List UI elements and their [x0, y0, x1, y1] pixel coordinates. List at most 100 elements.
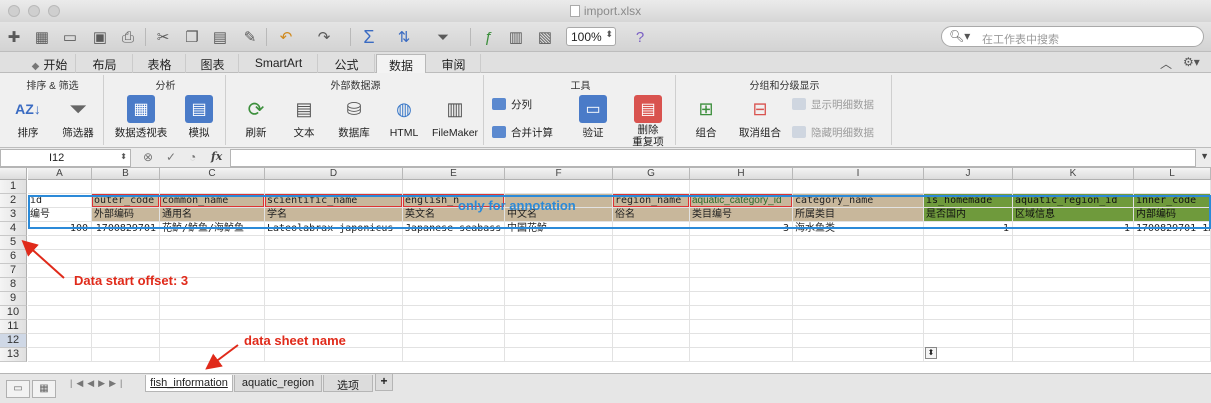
pivot-table-button[interactable]: ▦ 数据透视表 [112, 95, 170, 139]
ungroup-button[interactable]: ⊟ 取消组合 [734, 95, 786, 140]
undo-icon[interactable]: ↶ [276, 27, 296, 47]
cell[interactable] [505, 348, 613, 362]
sheet-tab-options[interactable]: 选项 [323, 375, 373, 392]
open-icon[interactable]: ▭ [60, 27, 80, 47]
column-header-l[interactable]: L [1134, 168, 1211, 180]
cell[interactable] [403, 292, 505, 306]
cell[interactable] [265, 180, 403, 194]
cell[interactable] [1134, 250, 1211, 264]
filter-button[interactable]: ⏷ 筛选器 [54, 95, 102, 139]
paste-icon[interactable]: ▤ [210, 27, 230, 47]
cell[interactable] [160, 250, 265, 264]
column-header-i[interactable]: I [793, 168, 924, 180]
row-header-13[interactable]: 13 [0, 348, 27, 362]
gear-icon[interactable]: ⚙▾ [1183, 55, 1200, 69]
tab-layout[interactable]: 布局 [77, 54, 133, 73]
cell[interactable] [265, 278, 403, 292]
chevron-down-icon[interactable]: ▼ [1200, 151, 1209, 161]
cell[interactable] [265, 306, 403, 320]
save-icon[interactable]: ▣ [90, 27, 110, 47]
cell[interactable] [793, 292, 924, 306]
sort-button[interactable]: AZ↓ 排序 [8, 95, 48, 139]
cell[interactable] [613, 292, 690, 306]
cell[interactable] [690, 306, 793, 320]
cell[interactable] [265, 250, 403, 264]
cell[interactable] [613, 320, 690, 334]
cell[interactable] [924, 278, 1013, 292]
sheet-tab-fish-information[interactable]: fish_information [145, 375, 233, 392]
show-detail-button[interactable]: 显示明细数据 [792, 97, 874, 112]
cell[interactable] [28, 334, 92, 348]
row-header-6[interactable]: 6 [0, 250, 27, 264]
sort-icon[interactable]: ⇅ [394, 27, 414, 47]
database-button[interactable]: ⛁ 数据库 [332, 95, 376, 140]
row-header-2[interactable]: 2 [0, 194, 27, 208]
cell[interactable] [403, 348, 505, 362]
cell[interactable] [160, 320, 265, 334]
templates-icon[interactable]: ▦ [32, 27, 52, 47]
cell[interactable] [690, 348, 793, 362]
cell[interactable] [690, 236, 793, 250]
sheet-search-input[interactable]: 🔍︎▾ 在工作表中搜索 [941, 26, 1204, 47]
gallery-icon[interactable]: ▥ [506, 27, 526, 47]
sheet-nav-arrows[interactable]: |◀◀▶▶| [70, 378, 126, 389]
row-header-12[interactable]: 12 [0, 334, 27, 348]
page-layout-view-icon[interactable]: ▦ [32, 380, 56, 398]
column-header-e[interactable]: E [403, 168, 505, 180]
tab-tables[interactable]: 表格 [134, 54, 186, 73]
cell[interactable] [505, 250, 613, 264]
cell[interactable] [92, 320, 160, 334]
cell[interactable] [1013, 292, 1134, 306]
cell[interactable] [28, 236, 92, 250]
zoom-select[interactable]: 100% ⬍ [566, 27, 616, 46]
cell[interactable] [160, 180, 265, 194]
cell[interactable] [28, 292, 92, 306]
cell[interactable] [92, 250, 160, 264]
cell[interactable] [1134, 236, 1211, 250]
cell[interactable] [403, 334, 505, 348]
html-import-button[interactable]: ◍ HTML [382, 95, 426, 140]
cell[interactable] [1134, 264, 1211, 278]
column-header-k[interactable]: K [1013, 168, 1134, 180]
cell[interactable] [924, 250, 1013, 264]
filter-icon[interactable]: ⏷ [433, 27, 453, 47]
cell[interactable] [793, 180, 924, 194]
cell[interactable] [1134, 348, 1211, 362]
sheet-tab-aquatic-region[interactable]: aquatic_region [234, 375, 322, 392]
cell[interactable] [505, 292, 613, 306]
column-header-a[interactable]: A [28, 168, 92, 180]
cell[interactable] [1134, 278, 1211, 292]
cell[interactable] [1013, 250, 1134, 264]
cell[interactable] [793, 320, 924, 334]
column-header-g[interactable]: G [613, 168, 690, 180]
text-import-button[interactable]: ▤ 文本 [284, 95, 324, 140]
normal-view-icon[interactable]: ▭ [6, 380, 30, 398]
cell[interactable] [505, 180, 613, 194]
cell[interactable] [793, 334, 924, 348]
cell[interactable] [690, 320, 793, 334]
formula-input[interactable] [230, 149, 1196, 167]
cell[interactable] [924, 334, 1013, 348]
filemaker-button[interactable]: ▥ FileMaker [428, 95, 482, 140]
cell[interactable] [613, 348, 690, 362]
cell[interactable] [1134, 320, 1211, 334]
row-header-9[interactable]: 9 [0, 292, 27, 306]
cell[interactable] [793, 306, 924, 320]
cell[interactable] [924, 306, 1013, 320]
cell[interactable] [403, 180, 505, 194]
select-all-corner[interactable] [0, 168, 27, 180]
cell[interactable] [613, 180, 690, 194]
cell[interactable] [403, 306, 505, 320]
cell[interactable] [1134, 180, 1211, 194]
cell[interactable] [690, 250, 793, 264]
row-header-11[interactable]: 11 [0, 320, 27, 334]
name-box[interactable]: I12 ⬍ [0, 149, 131, 167]
cell[interactable] [924, 236, 1013, 250]
print-icon[interactable]: ⎙ [118, 27, 138, 47]
new-document-icon[interactable]: ✚ [4, 27, 24, 47]
cell[interactable] [505, 320, 613, 334]
refresh-button[interactable]: ⟳ 刷新 [234, 95, 278, 140]
cell[interactable] [1013, 306, 1134, 320]
row-header-5[interactable]: 5 [0, 236, 27, 250]
format-painter-icon[interactable]: ✎ [240, 27, 260, 47]
